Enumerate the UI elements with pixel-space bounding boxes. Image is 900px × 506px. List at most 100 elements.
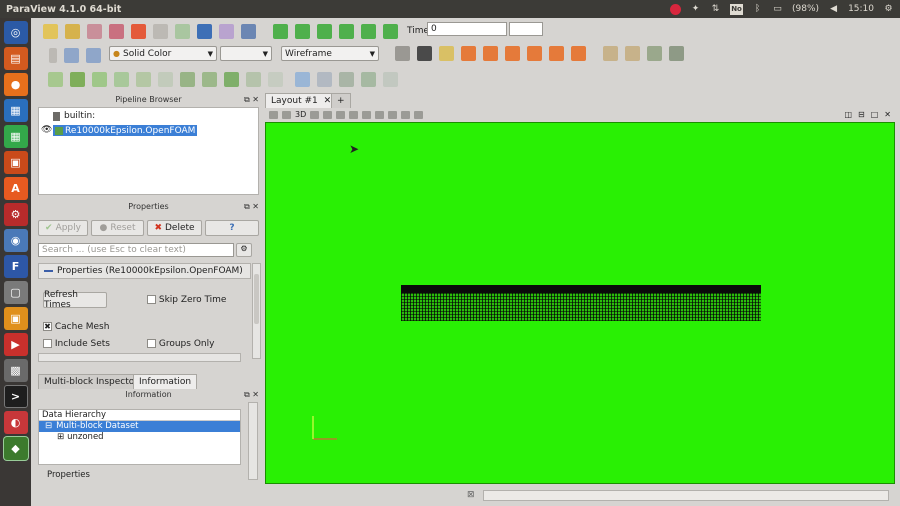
connect-icon[interactable]: [86, 23, 102, 39]
close-view-icon[interactable]: ✕: [884, 110, 891, 119]
panel-float-close-icons[interactable]: ⧉ ✕: [244, 389, 259, 401]
play-icon[interactable]: [316, 23, 332, 39]
information-scrollbar[interactable]: [248, 402, 258, 480]
time-input[interactable]: 0: [427, 22, 507, 36]
camera-undo-icon[interactable]: [282, 110, 291, 119]
previous-frame-icon[interactable]: [294, 23, 310, 39]
advanced-gear-icon[interactable]: ⚙: [236, 243, 252, 257]
toggle-color-legend-icon[interactable]: [48, 47, 57, 63]
split-vertical-icon[interactable]: ⊟: [858, 110, 865, 119]
threshold-icon[interactable]: [135, 71, 151, 87]
interactive-select-view-icon[interactable]: [362, 110, 372, 119]
paraview-icon[interactable]: ◆: [3, 437, 28, 460]
checkbox-box[interactable]: [147, 295, 156, 304]
interaction-mode-icon[interactable]: [438, 46, 454, 61]
dash-home-icon[interactable]: ◎: [3, 21, 28, 44]
select-points-icon[interactable]: [316, 71, 332, 87]
add-layout-tab[interactable]: +: [331, 93, 351, 108]
maximize-icon[interactable]: □: [871, 110, 879, 119]
first-frame-icon[interactable]: [272, 23, 288, 39]
select-frustum-icon[interactable]: [338, 71, 354, 87]
set-view-z-minus-icon[interactable]: [570, 46, 586, 61]
archive-icon[interactable]: ▣: [3, 307, 28, 330]
pick-center-icon[interactable]: [668, 46, 684, 61]
select-polygon-icon[interactable]: [349, 110, 359, 119]
stream-tracer-icon[interactable]: [201, 71, 217, 87]
python-shell-icon[interactable]: [174, 23, 190, 39]
progress-close-icon[interactable]: ⊠: [467, 490, 475, 500]
save-icon[interactable]: [64, 23, 80, 39]
capture-icon[interactable]: [269, 110, 278, 119]
extract-level-icon[interactable]: [267, 71, 283, 87]
properties-section-header[interactable]: Properties (Re10000kEpsilon.OpenFOAM): [38, 263, 251, 279]
redo-icon[interactable]: [152, 23, 168, 39]
record-icon[interactable]: [670, 3, 682, 15]
disconnect-icon[interactable]: [108, 23, 124, 39]
set-view-y-plus-icon[interactable]: [504, 46, 520, 61]
properties-hscrollbar[interactable]: [38, 353, 241, 362]
select-points-view-icon[interactable]: [323, 110, 333, 119]
clear-selection-icon[interactable]: [401, 110, 411, 119]
color-by-select[interactable]: ● Solid Color ▼: [109, 46, 217, 61]
updown-arrows-icon[interactable]: ⇅: [710, 4, 721, 15]
unzoned-row[interactable]: ⊞ unzoned: [39, 432, 240, 443]
expand-plus-icon[interactable]: ⊞: [57, 432, 64, 443]
firefox-icon[interactable]: ●: [3, 73, 28, 96]
next-frame-icon[interactable]: [338, 23, 354, 39]
dropbox-icon[interactable]: ✦: [690, 4, 701, 15]
software-center-icon[interactable]: A: [3, 177, 28, 200]
system-settings-icon[interactable]: ⚙: [3, 203, 28, 226]
select-frustum-view-icon[interactable]: [336, 110, 346, 119]
shrink-selection-icon[interactable]: [388, 110, 398, 119]
select-block-icon[interactable]: [360, 71, 376, 87]
battery-icon[interactable]: ▭: [772, 4, 783, 15]
select-cells-icon[interactable]: [294, 71, 310, 87]
bluetooth-icon[interactable]: ᛒ: [752, 4, 763, 15]
settings-gear-icon[interactable]: ⚙: [883, 4, 894, 15]
toolbar-icon[interactable]: [240, 23, 256, 39]
tab-layout-1[interactable]: Layout #1 ✕: [265, 93, 338, 108]
split-horizontal-icon[interactable]: ◫: [844, 110, 852, 119]
representation-select[interactable]: Wireframe ▼: [281, 46, 379, 61]
volume-icon[interactable]: ◀: [828, 4, 839, 15]
tab-information[interactable]: Information: [133, 374, 198, 389]
extract-subset-icon[interactable]: [157, 71, 173, 87]
terminal-icon[interactable]: >: [3, 385, 28, 408]
generic-app-icon[interactable]: ▢: [3, 281, 28, 304]
edit-color-map-icon[interactable]: [63, 47, 79, 63]
glyph-icon[interactable]: [179, 71, 195, 87]
dataset-row[interactable]: ⊟ Multi-block Dataset: [39, 421, 240, 432]
pipeline-root[interactable]: builtin:: [53, 111, 95, 121]
help-button[interactable]: ?: [205, 220, 259, 236]
calc-icon[interactable]: ▦: [3, 125, 28, 148]
delete-button[interactable]: ✖ Delete: [147, 220, 202, 236]
zoom-to-data-icon[interactable]: [416, 46, 432, 61]
grow-selection-icon[interactable]: [375, 110, 385, 119]
render-view[interactable]: ➤: [265, 122, 895, 484]
tab-multiblock-inspector[interactable]: Multi-block Inspector: [38, 374, 144, 389]
fo-app-icon[interactable]: F: [3, 255, 28, 278]
youtube-icon[interactable]: ▶: [3, 333, 28, 356]
rescale-range-icon[interactable]: [85, 47, 101, 63]
panel-float-close-icons[interactable]: ⧉ ✕: [244, 201, 259, 213]
contour-icon[interactable]: [69, 71, 85, 87]
center-axes-icon[interactable]: [602, 46, 618, 61]
last-frame-icon[interactable]: [360, 23, 376, 39]
loop-icon[interactable]: [382, 23, 398, 39]
calculator-icon[interactable]: [47, 71, 63, 87]
undo-icon[interactable]: [130, 23, 146, 39]
select-surface-icon[interactable]: [310, 110, 320, 119]
refresh-times-button[interactable]: Refresh Times: [43, 290, 107, 310]
pipeline-source-item[interactable]: Re10000kEpsilon.OpenFOAM: [53, 125, 198, 136]
orientation-axes-icon[interactable]: [624, 46, 640, 61]
cache-mesh-checkbox[interactable]: ✖ Cache Mesh: [43, 322, 109, 332]
rotation-center-icon[interactable]: [646, 46, 662, 61]
writer-icon[interactable]: ▦: [3, 99, 28, 122]
properties-scrollbar[interactable]: [252, 263, 261, 359]
scrollbar-thumb[interactable]: [254, 274, 259, 324]
macro-icon[interactable]: [218, 23, 234, 39]
group-datasets-icon[interactable]: [245, 71, 261, 87]
warp-icon[interactable]: [223, 71, 239, 87]
time-step-spinbox[interactable]: [509, 22, 543, 36]
impress-icon[interactable]: ▣: [3, 151, 28, 174]
